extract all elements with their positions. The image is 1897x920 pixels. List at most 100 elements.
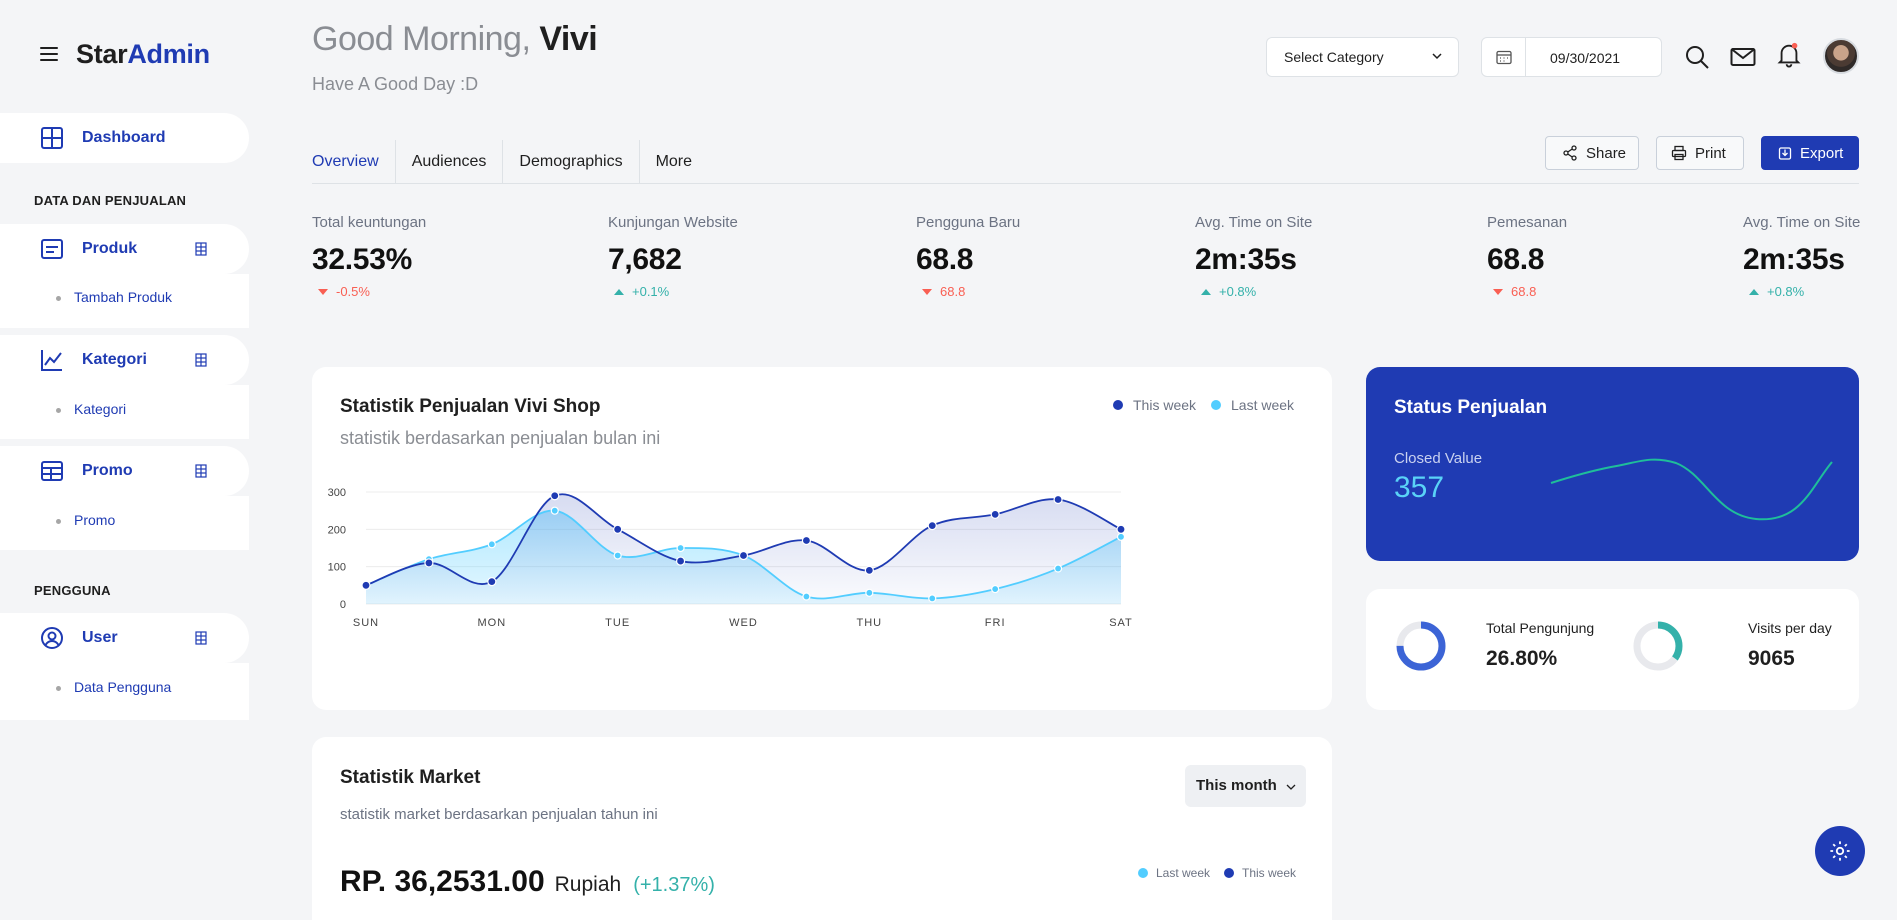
data-point (550, 506, 559, 515)
data-point (927, 521, 937, 531)
stat-delta: +0.8% (1195, 284, 1312, 299)
tab-overview[interactable]: Overview (312, 140, 395, 184)
file-text-icon (41, 239, 63, 259)
avatar[interactable] (1823, 38, 1859, 74)
calendar-button[interactable] (1482, 38, 1526, 76)
category-select[interactable]: Select Category (1266, 37, 1459, 77)
sales-chart-card: Statistik Penjualan Vivi Shop statistik … (312, 367, 1332, 710)
submenu-link-tambah-produk[interactable]: Tambah Produk (74, 289, 172, 305)
bullet (56, 519, 61, 524)
expand-icon[interactable] (195, 631, 207, 645)
expand-icon[interactable] (195, 464, 207, 478)
select-value: Select Category (1284, 49, 1384, 65)
tab-audiences[interactable]: Audiences (396, 140, 503, 184)
data-point (676, 543, 685, 553)
user-circle-icon (41, 627, 63, 649)
bell-icon[interactable] (1776, 42, 1802, 68)
status-penjualan-card: Status Penjualan Closed Value 357 (1366, 367, 1859, 561)
stat-title: Total keuntungan (312, 214, 427, 231)
sidebar-item-dashboard[interactable]: Dashboard (0, 113, 249, 163)
y-tick-label: 0 (340, 599, 346, 611)
data-point (613, 524, 623, 534)
stat-avg-time-2: Avg. Time on Site 2m:35s +0.8% (1743, 214, 1860, 299)
expand-icon[interactable] (195, 353, 207, 367)
submenu: Tambah Produk (0, 274, 249, 328)
page-title: Good Morning, Vivi (312, 20, 598, 58)
line-chart-icon (41, 350, 62, 371)
submenu-link-data-pengguna[interactable]: Data Pengguna (74, 679, 171, 695)
stat-title: Kunjungan Website (608, 214, 738, 231)
stat-pengguna-baru: Pengguna Baru 68.8 68.8 (916, 214, 1020, 299)
visits-per-day-value: 9065 (1748, 647, 1795, 670)
date-picker[interactable]: 09/30/2021 (1481, 37, 1662, 77)
submenu-link-promo[interactable]: Promo (74, 512, 115, 528)
submenu: Promo (0, 496, 249, 550)
stat-title: Avg. Time on Site (1743, 214, 1861, 231)
visitors-card: Total Pengunjung 26.80% Visits per day 9… (1366, 589, 1859, 710)
logo[interactable]: StarAdmin (76, 39, 210, 70)
data-point (675, 556, 686, 566)
sparkline (1550, 458, 1833, 521)
sidebar-item-kategori[interactable]: Kategori (0, 335, 249, 385)
export-label: Export (1800, 144, 1844, 162)
data-point (864, 565, 874, 575)
x-tick-label: SAT (1109, 617, 1133, 629)
submenu-link-kategori[interactable]: Kategori (74, 401, 126, 417)
card-subtitle: statistik market berdasarkan penjualan t… (340, 806, 658, 823)
expand-icon[interactable] (195, 242, 207, 256)
card-title: Statistik Market (340, 767, 481, 788)
tab-more[interactable]: More (640, 140, 708, 184)
market-currency: Rupiah (554, 873, 622, 896)
sidebar-item-user[interactable]: User (0, 613, 249, 663)
sidebar-item-label: User (82, 629, 118, 646)
period-dropdown[interactable]: This month (1185, 765, 1306, 807)
data-point (990, 509, 1000, 519)
data-point (613, 551, 622, 560)
sidebar: StarAdmin Dashboard DATA DAN PENJUALAN P… (0, 0, 249, 920)
search-icon[interactable] (1684, 44, 1710, 70)
x-tick-label: SUN (353, 617, 379, 629)
sidebar-item-promo[interactable]: Promo (0, 446, 249, 496)
data-point (865, 588, 874, 597)
stat-delta: +0.1% (608, 284, 738, 299)
sidebar-item-label: Dashboard (82, 129, 166, 146)
sidebar-item-label: Promo (82, 462, 133, 479)
data-point (487, 540, 496, 549)
total-pengunjung-label: Total Pengunjung (1486, 620, 1595, 636)
stat-delta: -0.5% (312, 284, 426, 299)
data-point (802, 592, 811, 601)
x-tick-label: MON (477, 617, 506, 629)
tab-divider-line (312, 183, 1859, 184)
stat-kunjungan-website: Kunjungan Website 7,682 +0.1% (608, 214, 738, 299)
stat-delta: 68.8 (916, 284, 1020, 299)
market-card: Statistik Market statistik market berdas… (312, 737, 1332, 920)
share-button[interactable]: Share (1545, 136, 1639, 170)
sidebar-item-produk[interactable]: Produk (0, 224, 249, 274)
date-value: 09/30/2021 (1550, 50, 1621, 66)
stat-avg-time: Avg. Time on Site 2m:35s +0.8% (1195, 214, 1312, 299)
tab-demographics[interactable]: Demographics (503, 140, 638, 184)
stat-title: Avg. Time on Site (1195, 214, 1313, 231)
print-button[interactable]: Print (1656, 136, 1744, 170)
data-point (738, 550, 749, 561)
submenu: Kategori (0, 385, 249, 439)
grid-icon (41, 127, 63, 149)
settings-button[interactable] (1815, 826, 1865, 876)
menu-icon[interactable] (40, 47, 58, 61)
x-tick-label: FRI (985, 617, 1006, 629)
data-point (1053, 494, 1063, 505)
bullet (56, 408, 61, 413)
stat-value: 32.53% (312, 243, 412, 276)
sidebar-item-label: Kategori (82, 351, 147, 368)
stat-delta: +0.8% (1743, 284, 1860, 299)
bullet (56, 296, 61, 301)
export-button[interactable]: Export (1761, 136, 1859, 170)
data-point (361, 580, 371, 590)
y-tick-label: 100 (328, 562, 346, 574)
table-icon (41, 461, 63, 481)
mail-icon[interactable] (1730, 44, 1756, 70)
legend-this-week: This week (1224, 866, 1296, 880)
stat-total-keuntungan: Total keuntungan 32.53% -0.5% (312, 214, 426, 299)
section-title: DATA DAN PENJUALAN (34, 193, 187, 208)
data-point (424, 558, 434, 568)
